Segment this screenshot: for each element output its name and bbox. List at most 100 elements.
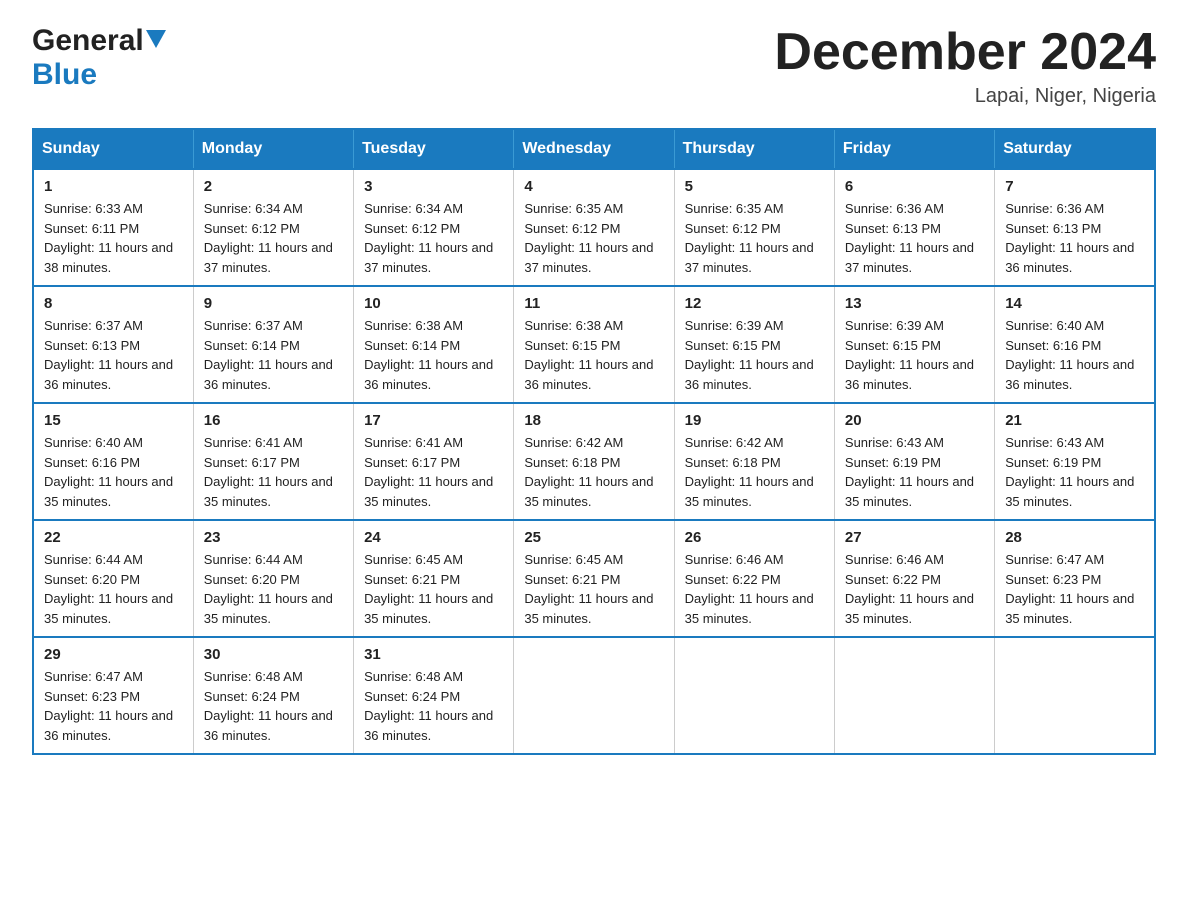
calendar-cell: 31 Sunrise: 6:48 AMSunset: 6:24 PMDayligh… [354,637,514,754]
day-number: 26 [685,529,824,546]
day-number: 28 [1005,529,1144,546]
calendar-week-2: 8 Sunrise: 6:37 AMSunset: 6:13 PMDaylight… [33,286,1155,403]
day-number: 24 [364,529,503,546]
calendar-week-4: 22 Sunrise: 6:44 AMSunset: 6:20 PMDayligh… [33,520,1155,637]
page-header: General Blue December 2024 Lapai, Niger,… [32,24,1156,108]
calendar-cell: 3 Sunrise: 6:34 AMSunset: 6:12 PMDaylight… [354,169,514,286]
day-number: 25 [524,529,663,546]
day-number: 31 [364,646,503,663]
day-info: Sunrise: 6:41 AMSunset: 6:17 PMDaylight:… [204,433,343,511]
calendar-cell: 24 Sunrise: 6:45 AMSunset: 6:21 PMDayligh… [354,520,514,637]
calendar-cell [834,637,994,754]
day-number: 5 [685,178,824,195]
calendar-cell: 15 Sunrise: 6:40 AMSunset: 6:16 PMDayligh… [33,403,193,520]
day-number: 4 [524,178,663,195]
calendar-cell: 11 Sunrise: 6:38 AMSunset: 6:15 PMDayligh… [514,286,674,403]
day-info: Sunrise: 6:46 AMSunset: 6:22 PMDaylight:… [685,550,824,628]
calendar-cell: 14Sunrise: 6:40 AMSunset: 6:16 PMDayligh… [995,286,1155,403]
calendar-week-5: 29 Sunrise: 6:47 AMSunset: 6:23 PMDayligh… [33,637,1155,754]
header-friday: Friday [834,129,994,169]
day-info: Sunrise: 6:34 AMSunset: 6:12 PMDaylight:… [204,199,343,277]
calendar-cell [995,637,1155,754]
day-number: 6 [845,178,984,195]
title-section: December 2024 Lapai, Niger, Nigeria [774,24,1156,108]
calendar-cell [514,637,674,754]
day-info: Sunrise: 6:37 AMSunset: 6:13 PMDaylight:… [44,316,183,394]
calendar-cell: 10 Sunrise: 6:38 AMSunset: 6:14 PMDayligh… [354,286,514,403]
day-number: 8 [44,295,183,312]
logo-blue-text: Blue [32,58,97,91]
day-number: 29 [44,646,183,663]
calendar-cell: 16 Sunrise: 6:41 AMSunset: 6:17 PMDayligh… [193,403,353,520]
calendar-cell: 12 Sunrise: 6:39 AMSunset: 6:15 PMDayligh… [674,286,834,403]
day-info: Sunrise: 6:34 AMSunset: 6:12 PMDaylight:… [364,199,503,277]
day-number: 11 [524,295,663,312]
day-number: 21 [1005,412,1144,429]
header-saturday: Saturday [995,129,1155,169]
day-number: 15 [44,412,183,429]
calendar-cell: 22Sunrise: 6:44 AMSunset: 6:20 PMDayligh… [33,520,193,637]
calendar-cell: 8 Sunrise: 6:37 AMSunset: 6:13 PMDaylight… [33,286,193,403]
day-info: Sunrise: 6:43 AMSunset: 6:19 PMDaylight:… [1005,433,1144,511]
header-sunday: Sunday [33,129,193,169]
day-info: Sunrise: 6:38 AMSunset: 6:14 PMDaylight:… [364,316,503,394]
logo-general-text: General [32,24,144,58]
calendar-cell: 9Sunrise: 6:37 AMSunset: 6:14 PMDaylight… [193,286,353,403]
day-info: Sunrise: 6:35 AMSunset: 6:12 PMDaylight:… [524,199,663,277]
day-number: 17 [364,412,503,429]
day-info: Sunrise: 6:40 AMSunset: 6:16 PMDaylight:… [1005,316,1144,394]
day-info: Sunrise: 6:47 AMSunset: 6:23 PMDaylight:… [1005,550,1144,628]
day-info: Sunrise: 6:45 AMSunset: 6:21 PMDaylight:… [364,550,503,628]
calendar-cell: 21 Sunrise: 6:43 AMSunset: 6:19 PMDayligh… [995,403,1155,520]
day-number: 20 [845,412,984,429]
day-number: 30 [204,646,343,663]
day-info: Sunrise: 6:44 AMSunset: 6:20 PMDaylight:… [204,550,343,628]
day-number: 16 [204,412,343,429]
day-info: Sunrise: 6:45 AMSunset: 6:21 PMDaylight:… [524,550,663,628]
day-number: 23 [204,529,343,546]
calendar-cell: 23 Sunrise: 6:44 AMSunset: 6:20 PMDayligh… [193,520,353,637]
day-number: 10 [364,295,503,312]
calendar-cell: 1 Sunrise: 6:33 AMSunset: 6:11 PMDaylight… [33,169,193,286]
month-title: December 2024 [774,24,1156,81]
day-number: 9 [204,295,343,312]
logo: General Blue [32,24,166,92]
day-info: Sunrise: 6:35 AMSunset: 6:12 PMDaylight:… [685,199,824,277]
calendar-cell: 29 Sunrise: 6:47 AMSunset: 6:23 PMDayligh… [33,637,193,754]
header-wednesday: Wednesday [514,129,674,169]
day-number: 1 [44,178,183,195]
day-number: 12 [685,295,824,312]
calendar-cell: 18 Sunrise: 6:42 AMSunset: 6:18 PMDayligh… [514,403,674,520]
calendar-cell [674,637,834,754]
day-number: 2 [204,178,343,195]
calendar-week-3: 15 Sunrise: 6:40 AMSunset: 6:16 PMDayligh… [33,403,1155,520]
day-info: Sunrise: 6:42 AMSunset: 6:18 PMDaylight:… [524,433,663,511]
day-info: Sunrise: 6:39 AMSunset: 6:15 PMDaylight:… [845,316,984,394]
calendar-cell: 5 Sunrise: 6:35 AMSunset: 6:12 PMDaylight… [674,169,834,286]
day-number: 22 [44,529,183,546]
day-info: Sunrise: 6:33 AMSunset: 6:11 PMDaylight:… [44,199,183,277]
header-tuesday: Tuesday [354,129,514,169]
calendar-cell: 2 Sunrise: 6:34 AMSunset: 6:12 PMDaylight… [193,169,353,286]
day-info: Sunrise: 6:48 AMSunset: 6:24 PMDaylight:… [364,667,503,745]
calendar-cell: 7Sunrise: 6:36 AMSunset: 6:13 PMDaylight… [995,169,1155,286]
day-info: Sunrise: 6:39 AMSunset: 6:15 PMDaylight:… [685,316,824,394]
day-number: 13 [845,295,984,312]
day-info: Sunrise: 6:48 AMSunset: 6:24 PMDaylight:… [204,667,343,745]
day-info: Sunrise: 6:36 AMSunset: 6:13 PMDaylight:… [1005,199,1144,277]
calendar-cell: 30 Sunrise: 6:48 AMSunset: 6:24 PMDayligh… [193,637,353,754]
calendar-cell: 19Sunrise: 6:42 AMSunset: 6:18 PMDayligh… [674,403,834,520]
day-info: Sunrise: 6:36 AMSunset: 6:13 PMDaylight:… [845,199,984,277]
calendar-cell: 26 Sunrise: 6:46 AMSunset: 6:22 PMDayligh… [674,520,834,637]
day-number: 27 [845,529,984,546]
header-thursday: Thursday [674,129,834,169]
day-number: 3 [364,178,503,195]
calendar-cell: 6 Sunrise: 6:36 AMSunset: 6:13 PMDaylight… [834,169,994,286]
calendar-cell: 4 Sunrise: 6:35 AMSunset: 6:12 PMDaylight… [514,169,674,286]
header-monday: Monday [193,129,353,169]
day-info: Sunrise: 6:40 AMSunset: 6:16 PMDaylight:… [44,433,183,511]
day-number: 18 [524,412,663,429]
day-info: Sunrise: 6:47 AMSunset: 6:23 PMDaylight:… [44,667,183,745]
day-info: Sunrise: 6:38 AMSunset: 6:15 PMDaylight:… [524,316,663,394]
calendar-cell: 25 Sunrise: 6:45 AMSunset: 6:21 PMDayligh… [514,520,674,637]
